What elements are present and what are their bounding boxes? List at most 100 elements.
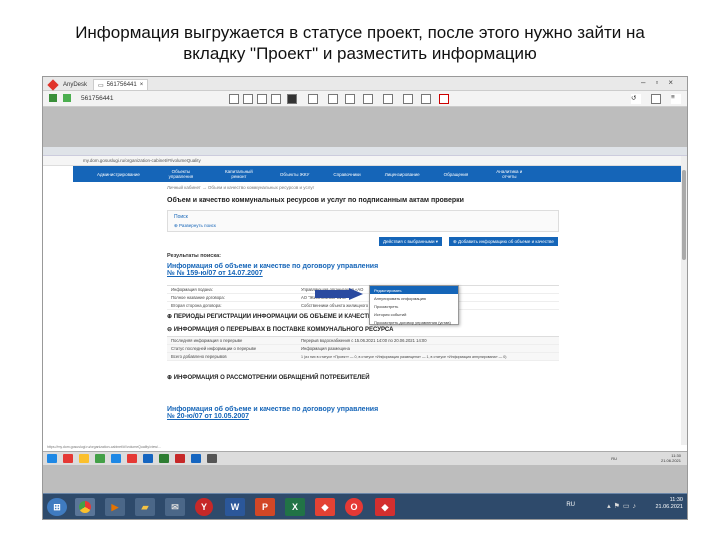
table-value: Собственники объекта жилищного <box>301 303 369 308</box>
address-id: 561756441 <box>81 95 114 102</box>
toolbar-btn-2-icon[interactable] <box>243 94 253 104</box>
menu-item-edit[interactable]: Редактировать <box>370 286 458 294</box>
start-icon[interactable] <box>47 454 57 463</box>
nav-appeals[interactable]: Обращения <box>444 172 469 177</box>
nav-licensing[interactable]: Лицензирование <box>385 172 420 177</box>
chrome-icon[interactable] <box>75 498 95 516</box>
section-breaks[interactable]: ⊖ ИНФОРМАЦИЯ О ПЕРЕРЫВАХ В ПОСТАВКЕ КОММ… <box>167 326 393 333</box>
windows-taskbar: ⊞ ▶ ▰ ✉ Y W P X ◆ O ◆ RU ▴⚑▭♪ 11:30 21.0… <box>43 493 687 519</box>
app-icon[interactable] <box>63 454 73 463</box>
menu-icon[interactable]: ≡ <box>671 94 681 104</box>
toolbar-btn-5-icon[interactable] <box>287 94 297 104</box>
results-label: Результаты поиска: <box>167 253 222 259</box>
contract1-link[interactable]: Информация об объеме и качестве по догов… <box>167 263 378 270</box>
contract1-number[interactable]: № № 159-ю/07 от 14.07.2007 <box>167 270 378 277</box>
excel-icon[interactable]: X <box>285 498 305 516</box>
contract2-link[interactable]: Информация об объеме и качестве по догов… <box>167 406 378 413</box>
toolbar-btn-11-icon[interactable] <box>403 94 413 104</box>
app-icon[interactable] <box>175 454 185 463</box>
powerpoint-icon[interactable]: P <box>255 498 275 516</box>
table-key: Полное название договора: <box>171 295 225 300</box>
input-language[interactable]: RU <box>566 502 575 508</box>
scroll-thumb[interactable] <box>682 170 686 260</box>
session-tab-id: 561756441 <box>106 82 137 88</box>
clock-time: 11:30 <box>669 497 683 503</box>
remote-lang[interactable]: RU <box>611 456 617 461</box>
nav-admin[interactable]: Администрирование <box>97 172 140 177</box>
app-icon[interactable] <box>143 454 153 463</box>
add-info-button[interactable]: ⊕ Добавить информацию об объеме и качест… <box>449 237 558 246</box>
menu-item-annul[interactable]: Аннулировать информацию <box>370 294 458 302</box>
anydesk-alt-icon[interactable]: ◆ <box>315 498 335 516</box>
page-title: Объем и качество коммунальных ресурсов и… <box>167 197 464 204</box>
app-icon[interactable] <box>111 454 121 463</box>
toolbar-btn-8-icon[interactable] <box>345 94 355 104</box>
toolbar-btn-12-icon[interactable] <box>421 94 431 104</box>
toolbar-btn-1-icon[interactable] <box>229 94 239 104</box>
download-icon[interactable] <box>651 94 661 104</box>
expand-search-link[interactable]: ⊕ Развернуть поиск <box>174 223 216 229</box>
mail-icon[interactable]: ✉ <box>165 498 185 516</box>
explorer-icon[interactable]: ▰ <box>135 498 155 516</box>
yandex-icon[interactable]: Y <box>195 498 213 516</box>
app-icon[interactable] <box>159 454 169 463</box>
app-icon[interactable] <box>207 454 217 463</box>
app-icon[interactable] <box>79 454 89 463</box>
toolbar-btn-4-icon[interactable] <box>271 94 281 104</box>
nav-analytics[interactable]: Аналитика и отчеты <box>492 169 526 179</box>
section-appeals[interactable]: ⊕ ИНФОРМАЦИЯ О РАССМОТРЕНИИ ОБРАЩЕНИЙ ПО… <box>167 374 370 381</box>
tray-icons[interactable]: ▴⚑▭♪ <box>607 502 639 510</box>
table-key: Всего добавлено перерывов <box>171 354 227 359</box>
remote-background-bottom <box>43 465 687 495</box>
anydesk-taskbar-icon[interactable]: ◆ <box>375 498 395 516</box>
toolbar-btn-6-icon[interactable] <box>308 94 318 104</box>
opera-icon[interactable]: O <box>345 498 363 516</box>
table-key: Информация подана: <box>171 287 213 292</box>
contract1-table: Информация подана: Управляющая организаци… <box>167 285 559 310</box>
nav-reference[interactable]: Справочники <box>333 172 360 177</box>
window-controls[interactable]: –▫× <box>641 78 683 87</box>
anydesk-session-tab[interactable]: ▭ 561756441 × <box>93 79 149 90</box>
toolbar-btn-7-icon[interactable] <box>328 94 338 104</box>
table-row: Всего добавлено перерывов 1 (из них в ста… <box>167 353 559 361</box>
search-panel: Поиск ⊕ Развернуть поиск <box>167 210 559 232</box>
browser-address-bar[interactable]: my.dom.gosuslugi.ru/organization-cabinet… <box>43 156 687 166</box>
system-clock[interactable]: 11:30 21.06.2021 <box>655 497 683 511</box>
breaks-table: Последняя информация о перерыве Перерыв в… <box>167 336 559 361</box>
remote-background-top <box>43 107 687 147</box>
toolbar-btn-3-icon[interactable] <box>257 94 267 104</box>
remote-date: 21.06.2021 <box>660 458 681 463</box>
app-icon[interactable] <box>95 454 105 463</box>
page-scrollbar[interactable] <box>681 156 687 451</box>
browser-tabstrip <box>43 147 687 156</box>
breadcrumb[interactable]: Личный кабинет → Объем и качество коммун… <box>167 185 314 190</box>
history-icon[interactable]: ↺ <box>631 94 641 104</box>
toolbar-btn-9-icon[interactable] <box>363 94 373 104</box>
url-text[interactable]: my.dom.gosuslugi.ru/organization-cabinet… <box>83 158 201 163</box>
media-player-icon[interactable]: ▶ <box>105 498 125 516</box>
contract2-number[interactable]: № 20-ю/07 от 10.05.2007 <box>167 413 378 420</box>
site-nav: Администрирование Объекты управления Кап… <box>73 166 683 182</box>
actions-button[interactable]: Действия с выбранными ▾ <box>379 237 442 246</box>
menu-item-contract[interactable]: Просмотреть договор управления (устав) <box>370 318 458 326</box>
menu-item-view[interactable]: Просмотреть <box>370 302 458 310</box>
anydesk-logo-icon <box>47 78 59 91</box>
menu-item-history[interactable]: История событий <box>370 310 458 318</box>
nav-housing[interactable]: Объекты ЖКУ <box>280 172 310 177</box>
close-icon[interactable]: × <box>140 82 144 88</box>
app-icon[interactable] <box>127 454 137 463</box>
section-periods-title: ПЕРИОДЫ РЕГИСТРАЦИИ ИНФОРМАЦИИ ОБ ОБЪЕМЕ… <box>173 314 377 320</box>
start-orb-icon[interactable]: ⊞ <box>47 498 67 516</box>
section-periods[interactable]: ⊕ ПЕРИОДЫ РЕГИСТРАЦИИ ИНФОРМАЦИИ ОБ ОБЪЕ… <box>167 313 376 320</box>
word-icon[interactable]: W <box>225 498 245 516</box>
toolbar-btn-13-icon[interactable] <box>439 94 449 104</box>
clock-date: 21.06.2021 <box>655 504 683 510</box>
contract1-header[interactable]: Информация об объеме и качестве по догов… <box>167 263 378 277</box>
annotation-arrow-icon <box>315 288 363 300</box>
nav-capital[interactable]: Капитальный ремонт <box>222 169 256 179</box>
contract2-header[interactable]: Информация об объеме и качестве по догов… <box>167 406 378 420</box>
anydesk-home-tab[interactable]: AnyDesk <box>47 78 87 91</box>
nav-objects[interactable]: Объекты управления <box>164 169 198 179</box>
app-icon[interactable] <box>191 454 201 463</box>
toolbar-btn-10-icon[interactable] <box>383 94 393 104</box>
